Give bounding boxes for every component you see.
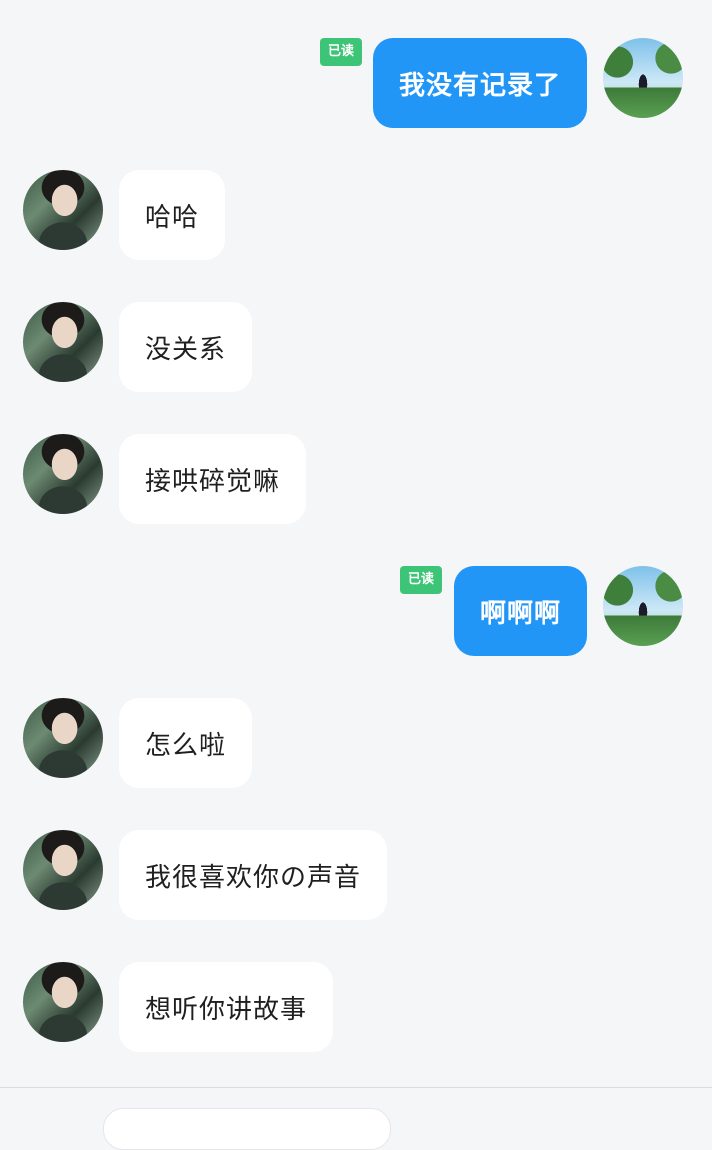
message-row-received: 接哄碎觉嘛 (0, 434, 712, 524)
message-input-bar (0, 1088, 712, 1150)
message-bubble-received[interactable]: 怎么啦 (119, 698, 253, 788)
contact-avatar[interactable] (23, 830, 103, 910)
message-bubble-received[interactable]: 想听你讲故事 (119, 962, 334, 1052)
contact-avatar[interactable] (23, 170, 103, 250)
message-input-field[interactable] (103, 1108, 391, 1150)
message-text: 哈哈 (145, 202, 200, 233)
message-row-received: 没关系 (0, 302, 712, 392)
message-text: 啊啊啊 (479, 598, 561, 629)
message-row-sent: 已读 啊啊啊 (0, 566, 712, 656)
message-text: 我没有记录了 (398, 70, 561, 101)
chat-message-list[interactable]: 已读 我没有记录了 哈哈 没关系 接哄碎觉嘛 已读 啊啊啊 怎么啦 我很喜欢你の… (0, 0, 712, 1087)
message-bubble-sent[interactable]: 我没有记录了 (372, 38, 587, 128)
message-text: 怎么啦 (145, 730, 227, 761)
message-row-received: 想听你讲故事 (0, 962, 712, 1052)
message-text: 接哄碎觉嘛 (145, 466, 281, 497)
message-row-received: 我很喜欢你の声音 (0, 830, 712, 920)
message-bubble-received[interactable]: 接哄碎觉嘛 (119, 434, 307, 524)
message-bubble-received[interactable]: 没关系 (119, 302, 253, 392)
message-row-received: 哈哈 (0, 170, 712, 260)
read-receipt-badge: 已读 (400, 566, 443, 594)
message-row-received: 怎么啦 (0, 698, 712, 788)
contact-avatar[interactable] (23, 962, 103, 1042)
contact-avatar[interactable] (23, 302, 103, 382)
contact-avatar[interactable] (23, 698, 103, 778)
message-bubble-received[interactable]: 我很喜欢你の声音 (119, 830, 388, 920)
message-bubble-received[interactable]: 哈哈 (119, 170, 226, 260)
message-bubble-sent[interactable]: 啊啊啊 (453, 566, 587, 656)
message-text: 我很喜欢你の声音 (145, 862, 362, 893)
message-text: 没关系 (145, 334, 227, 365)
my-avatar[interactable] (603, 38, 683, 118)
read-receipt-badge: 已读 (320, 38, 363, 66)
message-text: 想听你讲故事 (145, 994, 308, 1025)
message-row-sent: 已读 我没有记录了 (0, 38, 712, 128)
contact-avatar[interactable] (23, 434, 103, 514)
my-avatar[interactable] (603, 566, 683, 646)
